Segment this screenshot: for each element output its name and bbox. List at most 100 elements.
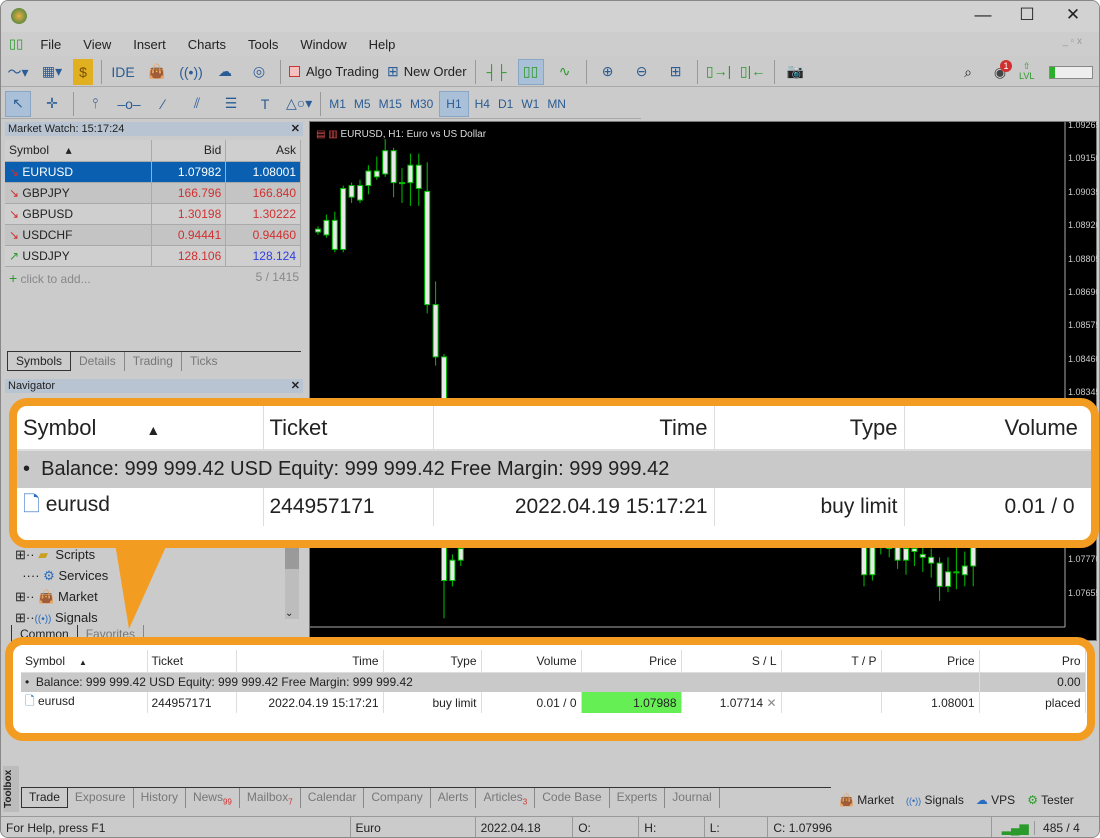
chart-window[interactable]: ▤ ▥ EURUSD, H1: Euro vs US Dollar 1.0926… [309, 120, 1099, 641]
toolbox-tab-experts[interactable]: Experts [610, 788, 666, 808]
market-watch-row[interactable]: ↗ USDJPY 128.106 128.124 [5, 245, 301, 267]
menu-charts[interactable]: Charts [177, 37, 237, 52]
col-bid[interactable]: Bid [151, 140, 227, 162]
toolbox-tab-exposure[interactable]: Exposure [68, 788, 134, 808]
dollar-icon[interactable]: $ [73, 58, 93, 85]
col-price[interactable]: Price [581, 650, 682, 673]
col-ask[interactable]: Ask [225, 140, 301, 162]
menu-window[interactable]: Window [289, 37, 357, 52]
radar-add-icon[interactable]: ◎ [246, 59, 272, 85]
shapes-dropdown-icon[interactable]: △○▾ [286, 91, 312, 117]
vertical-line-icon[interactable]: ⫯ [82, 91, 108, 117]
vps-link[interactable]: ☁ VPS [976, 793, 1015, 807]
text-icon[interactable]: T [252, 91, 278, 117]
menu-file[interactable]: File [29, 37, 72, 52]
col-volume[interactable]: Volume [904, 406, 1091, 451]
col-volume[interactable]: Volume [481, 650, 582, 673]
tf-m5[interactable]: M5 [350, 97, 375, 111]
toolbox-tab-code-base[interactable]: Code Base [535, 788, 610, 808]
market-link[interactable]: 👜 Market [839, 793, 894, 807]
add-symbol-row[interactable]: + click to add... 5 / 1415 [5, 267, 303, 289]
close-button[interactable]: ✕ [1053, 5, 1093, 29]
col-type[interactable]: Type [714, 406, 905, 451]
toolbox-tab-articles[interactable]: Articles3 [476, 788, 536, 808]
tf-m1[interactable]: M1 [325, 97, 350, 111]
screenshot-icon[interactable]: 📷 [783, 59, 809, 85]
col-type[interactable]: Type [383, 650, 482, 673]
search-icon[interactable]: ⌕ [955, 59, 981, 85]
toolbox-tab-trade[interactable]: Trade [21, 788, 68, 808]
maximize-button[interactable]: ☐ [1007, 5, 1047, 29]
tab-symbols[interactable]: Symbols [7, 352, 72, 371]
market-watch-row[interactable]: ↘ GBPUSD 1.30198 1.30222 [5, 203, 301, 225]
ide-button[interactable]: IDE [110, 59, 136, 85]
minimize-button[interactable]: — [963, 5, 1003, 29]
chart-template-dropdown[interactable]: ▦▾ [39, 59, 65, 85]
channel-icon[interactable]: ⫽ [184, 91, 210, 117]
tf-m15[interactable]: M15 [375, 97, 406, 111]
col-ticket[interactable]: Ticket [147, 650, 237, 673]
col-profit[interactable]: Pro [979, 650, 1086, 673]
zoom-in-icon[interactable]: ⊕ [595, 59, 621, 85]
new-order-button[interactable]: ⊞ New Order [387, 59, 467, 85]
col-symbol[interactable]: Symbol ▲ [21, 650, 148, 673]
tf-mn[interactable]: MN [543, 97, 570, 111]
col-time[interactable]: Time [433, 406, 715, 451]
bar-chart-icon[interactable]: ┤├ [484, 59, 510, 85]
tf-d1[interactable]: D1 [494, 97, 517, 111]
market-watch-row[interactable]: ↘ USDCHF 0.94441 0.94460 [5, 224, 301, 246]
tab-details[interactable]: Details [71, 352, 125, 371]
tf-h4[interactable]: H4 [471, 97, 494, 111]
scroll-end-icon[interactable]: ▯→| [706, 59, 732, 85]
toolbox-tab-mailbox[interactable]: Mailbox7 [240, 788, 301, 808]
chart-shift-icon[interactable]: ▯|← [740, 59, 766, 85]
toolbox-tab-history[interactable]: History [134, 788, 186, 808]
remove-sl-icon[interactable]: ✕ [766, 696, 776, 710]
col-tp[interactable]: T / P [781, 650, 882, 673]
toolbox-tab-journal[interactable]: Journal [665, 788, 720, 808]
menu-insert[interactable]: Insert [122, 37, 177, 52]
tf-h1[interactable]: H1 [439, 90, 469, 117]
col-symbol[interactable]: Symbol ▴ [5, 140, 152, 162]
horizontal-line-icon[interactable]: –o– [116, 91, 142, 117]
tf-m30[interactable]: M30 [406, 97, 437, 111]
tab-ticks[interactable]: Ticks [182, 352, 226, 371]
trendline-icon[interactable]: ⁄ [150, 91, 176, 117]
cursor-icon[interactable]: ↖ [5, 90, 31, 117]
signals-link[interactable]: ((•)) Signals [906, 793, 964, 807]
tf-w1[interactable]: W1 [517, 97, 543, 111]
account-icon[interactable]: ◉ 1 [987, 59, 1013, 85]
col-ticket[interactable]: Ticket [263, 406, 434, 451]
order-row[interactable]: 🗋 eurusd 244957171 2022.04.19 15:17:21 buy … [17, 488, 1091, 526]
tile-windows-icon[interactable]: ⊞ [663, 59, 689, 85]
order-row[interactable]: 🗋 eurusd 244957171 2022.04.19 15:17:21 buy … [21, 692, 1086, 713]
toolbox-tab-alerts[interactable]: Alerts [431, 788, 477, 808]
line-chart-dropdown[interactable]: 〜▾ [5, 59, 31, 85]
menu-help[interactable]: Help [358, 37, 407, 52]
market-watch-row[interactable]: ↘ GBPJPY 166.796 166.840 [5, 182, 301, 204]
toolbox-label[interactable]: Toolbox [3, 766, 19, 812]
market-watch-row[interactable]: ↘ EURUSD 1.07982 1.08001 [5, 161, 301, 183]
signals-icon[interactable]: ((•)) [178, 59, 204, 85]
market-bag-icon[interactable]: 👜 [144, 59, 170, 85]
fibonacci-icon[interactable]: ☰ [218, 91, 244, 117]
menu-view[interactable]: View [72, 37, 122, 52]
algo-trading-button[interactable]: Algo Trading [289, 59, 379, 85]
col-symbol[interactable]: Symbol ▲ [17, 406, 264, 451]
candlestick-chart-icon[interactable]: ▯▯ [517, 58, 544, 85]
close-icon[interactable]: ✕ [291, 122, 300, 135]
cloud-icon[interactable]: ☁ [212, 59, 238, 85]
toolbox-tab-calendar[interactable]: Calendar [301, 788, 365, 808]
col-time[interactable]: Time [236, 650, 384, 673]
crosshair-icon[interactable]: ✛ [39, 91, 65, 117]
mdi-controls[interactable]: _ ▫ x [1051, 36, 1093, 47]
tester-link[interactable]: ⚙ Tester [1027, 793, 1074, 807]
tab-trading[interactable]: Trading [125, 352, 182, 371]
col-current-price[interactable]: Price [881, 650, 980, 673]
menu-tools[interactable]: Tools [237, 37, 289, 52]
toolbox-tab-company[interactable]: Company [364, 788, 431, 808]
toolbox-tab-news[interactable]: News99 [186, 788, 240, 808]
close-icon[interactable]: ✕ [291, 379, 300, 392]
col-sl[interactable]: S / L [681, 650, 782, 673]
zoom-out-icon[interactable]: ⊖ [629, 59, 655, 85]
